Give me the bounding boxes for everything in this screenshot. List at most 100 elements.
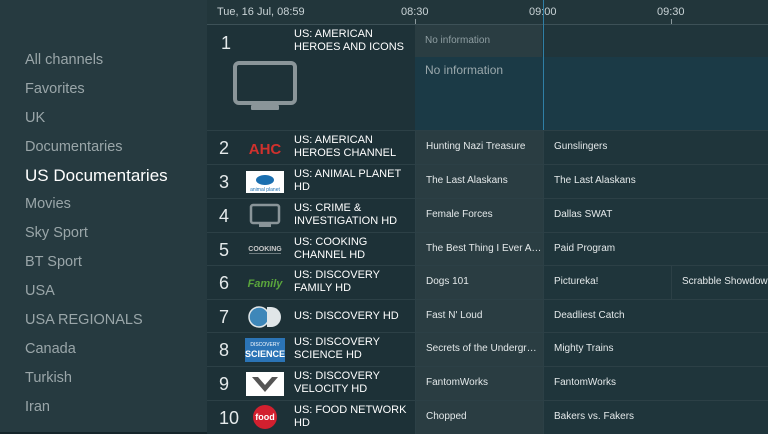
- discovery-family-logo-graphic: Family: [248, 278, 284, 290]
- program-title: Secrets of the Undergr…: [426, 343, 537, 354]
- ahc-logo: AHC: [245, 136, 285, 160]
- program-cell[interactable]: The Last Alaskans: [415, 165, 543, 198]
- food-network-logo-graphic: food: [253, 405, 277, 429]
- cooking-logo: COOKING: [245, 238, 285, 262]
- program-title: FantomWorks: [426, 377, 489, 388]
- program-title: Hunting Nazi Treasure: [426, 141, 526, 152]
- cooking-logo-graphic: COOKING: [248, 246, 282, 254]
- channel-row[interactable]: 4 US: CRIME & INVESTIGATION HD Female Fo…: [207, 198, 768, 232]
- program-cell[interactable]: Dallas SWAT: [543, 199, 768, 232]
- category-usa[interactable]: USA: [25, 283, 55, 299]
- program-title: The Best Thing I Ever A…: [426, 243, 542, 254]
- time-bar: Tue, 16 Jul, 08:59 08:30 09:00 09:30: [207, 0, 768, 25]
- category-movies[interactable]: Movies: [25, 196, 71, 212]
- category-iran[interactable]: Iran: [25, 399, 50, 415]
- category-turkish[interactable]: Turkish: [25, 370, 72, 386]
- program-cell[interactable]: Dogs 101: [415, 266, 543, 299]
- program-cell[interactable]: FantomWorks: [543, 367, 768, 400]
- program-title: Gunslingers: [554, 141, 608, 152]
- program-title: Dogs 101: [426, 276, 469, 287]
- channel-number: 6: [219, 273, 230, 293]
- category-usa-regionals[interactable]: USA REGIONALS: [25, 312, 143, 328]
- channel-row[interactable]: 6 Family US: DISCOVERY FAMILY HD Dogs 10…: [207, 265, 768, 299]
- channel-name: US: DISCOVERY FAMILY HD: [294, 269, 380, 294]
- program-cell[interactable]: No information: [415, 25, 542, 57]
- channel-name: US: DISCOVERY VELOCITY HD: [294, 370, 380, 395]
- channel-row[interactable]: 7 US: DISCOVERY HD Fast N' Loud Deadlies…: [207, 299, 768, 333]
- category-canada[interactable]: Canada: [25, 341, 76, 357]
- program-title: The Last Alaskans: [426, 175, 508, 186]
- discovery-science-logo: DISCOVERY SCIENCE: [245, 338, 285, 362]
- program-cell[interactable]: FantomWorks: [415, 367, 543, 400]
- channel-row[interactable]: 5 COOKING US: COOKING CHANNEL HD The Bes…: [207, 232, 768, 266]
- svg-text:animal planet: animal planet: [250, 187, 280, 193]
- program-cell[interactable]: The Last Alaskans: [543, 165, 768, 198]
- channel-row[interactable]: 3 animal planet US: ANIMAL PLANET HD The…: [207, 164, 768, 198]
- channel-row[interactable]: 9 US: DISCOVERY VELOCITY HD FantomWorks …: [207, 366, 768, 400]
- time-slot-0830: 08:30: [401, 6, 429, 18]
- program-cell[interactable]: Paid Program: [543, 233, 768, 266]
- channel-number: 5: [219, 240, 230, 260]
- program-cell[interactable]: Bakers vs. Fakers: [543, 401, 768, 434]
- channel-number: 8: [219, 340, 230, 360]
- channel-number: 3: [219, 172, 230, 192]
- program-cell[interactable]: Mighty Trains: [543, 333, 768, 366]
- channel-number: 9: [219, 374, 230, 394]
- category-documentaries[interactable]: Documentaries: [25, 139, 123, 155]
- channel-name: US: COOKING CHANNEL HD: [294, 236, 368, 261]
- category-favorites[interactable]: Favorites: [25, 81, 85, 97]
- program-cell[interactable]: Secrets of the Undergr…: [415, 333, 543, 366]
- program-cell[interactable]: Deadliest Catch: [543, 300, 768, 333]
- program-cell[interactable]: Hunting Nazi Treasure: [415, 131, 543, 164]
- channel-number: 4: [219, 206, 230, 226]
- program-title: The Last Alaskans: [554, 175, 636, 186]
- program-title: Pictureka!: [554, 276, 599, 287]
- food-network-logo: food: [245, 405, 285, 430]
- tick-mark: [415, 19, 416, 24]
- program-title: Mighty Trains: [554, 343, 614, 354]
- animal-planet-logo: animal planet: [245, 170, 285, 194]
- discovery-logo: [245, 305, 285, 329]
- program-title: Chopped: [426, 411, 467, 422]
- channel-name: US: DISCOVERY SCIENCE HD: [294, 336, 380, 361]
- category-sky-sport[interactable]: Sky Sport: [25, 225, 88, 241]
- program-cell[interactable]: The Best Thing I Ever A…: [415, 233, 543, 266]
- program-title: Dallas SWAT: [554, 209, 613, 220]
- svg-text:SCIENCE: SCIENCE: [245, 349, 285, 359]
- channel-name: US: AMERICAN HEROES CHANNEL: [294, 134, 397, 159]
- tv-icon: [233, 61, 297, 110]
- channel-row[interactable]: 8 DISCOVERY SCIENCE US: DISCOVERY SCIENC…: [207, 332, 768, 366]
- selected-channel-panel[interactable]: 1 US: AMERICAN HEROES AND ICONS No infor…: [207, 25, 768, 130]
- channel-name: US: ANIMAL PLANET HD: [294, 168, 401, 193]
- program-title: Scrabble Showdown: [682, 276, 768, 287]
- program-info-text: No information: [425, 63, 504, 77]
- tick-mark: [671, 19, 672, 24]
- tv-icon: [245, 203, 285, 228]
- program-cell[interactable]: Scrabble Showdown: [671, 266, 768, 299]
- discovery-logo-graphic: [248, 306, 281, 328]
- category-all-channels[interactable]: All channels: [25, 52, 103, 68]
- tv-icon-graphic: [249, 203, 281, 227]
- ahc-logo-graphic: AHC: [245, 136, 285, 160]
- svg-text:COOKING: COOKING: [248, 246, 282, 253]
- svg-text:Family: Family: [248, 278, 284, 290]
- channel-name: US: AMERICAN HEROES AND ICONS: [294, 28, 405, 53]
- program-title: Bakers vs. Fakers: [554, 411, 635, 422]
- program-cell[interactable]: Chopped: [415, 401, 543, 434]
- channel-number: 1: [221, 33, 232, 53]
- current-date-time: Tue, 16 Jul, 08:59: [217, 6, 305, 18]
- category-sidebar: All channels Favorites UK Documentaries …: [0, 0, 207, 432]
- channel-row[interactable]: 2 AHC US: AMERICAN HEROES CHANNEL Huntin…: [207, 130, 768, 164]
- category-bt-sport[interactable]: BT Sport: [25, 254, 82, 270]
- svg-text:AHC: AHC: [249, 141, 282, 158]
- channel-row[interactable]: 10 food US: FOOD NETWORK HD Chopped Bake…: [207, 400, 768, 434]
- discovery-family-logo: Family: [245, 271, 285, 295]
- program-cell[interactable]: Female Forces: [415, 199, 543, 232]
- channel-name: US: CRIME & INVESTIGATION HD: [294, 202, 398, 227]
- program-cell[interactable]: Pictureka!: [543, 266, 671, 299]
- category-us-documentaries[interactable]: US Documentaries: [25, 166, 168, 186]
- category-uk[interactable]: UK: [25, 110, 45, 126]
- program-cell[interactable]: Fast N' Loud: [415, 300, 543, 333]
- program-cell[interactable]: Gunslingers: [543, 131, 768, 164]
- channel-number: 2: [219, 138, 230, 158]
